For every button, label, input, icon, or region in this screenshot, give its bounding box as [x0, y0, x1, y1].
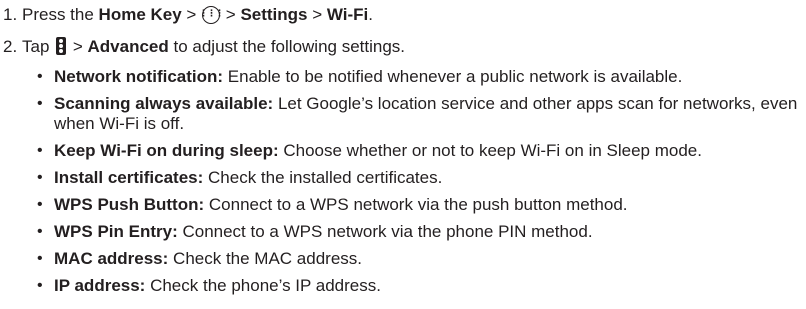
step-text: Press the	[22, 5, 99, 24]
separator: >	[68, 37, 88, 56]
setting-description: Connect to a WPS network via the push bu…	[204, 195, 628, 214]
setting-description: Check the MAC address.	[168, 249, 363, 268]
instructions-document: 1. Press the Home Key > ⋮⋮⋮ > Settings > …	[0, 0, 806, 309]
setting-label: Network notification:	[54, 67, 224, 86]
setting-description: Check the phone’s IP address.	[145, 276, 381, 295]
list-item: WPS Pin Entry: Connect to a WPS network …	[37, 222, 802, 242]
list-item: MAC address: Check the MAC address.	[37, 249, 802, 269]
step-2: 2. Tap > Advanced to adjust the following…	[3, 37, 405, 57]
list-item: WPS Push Button: Connect to a WPS networ…	[37, 195, 802, 215]
step-1: 1. Press the Home Key > ⋮⋮⋮ > Settings > …	[3, 5, 373, 25]
settings-label: Settings	[240, 5, 308, 24]
list-item: Network notification: Enable to be notif…	[37, 67, 802, 87]
setting-description: Choose whether or not to keep Wi-Fi on i…	[278, 141, 702, 160]
advanced-label: Advanced	[87, 37, 169, 56]
setting-description: Enable to be notified whenever a public …	[223, 67, 683, 86]
home-key-label: Home Key	[98, 5, 182, 24]
step-number: 2.	[3, 37, 18, 56]
setting-label: WPS Pin Entry:	[54, 222, 178, 241]
apps-grid-icon: ⋮⋮⋮	[199, 6, 224, 24]
setting-description: Connect to a WPS network via the phone P…	[177, 222, 593, 241]
setting-label: WPS Push Button:	[54, 195, 205, 214]
step-number: 1.	[3, 5, 18, 24]
separator: >	[221, 5, 241, 24]
list-item: Keep Wi-Fi on during sleep: Choose wheth…	[37, 141, 802, 161]
setting-label: IP address:	[54, 276, 146, 295]
setting-label: Keep Wi-Fi on during sleep:	[54, 141, 279, 160]
setting-description: Check the installed certificates.	[203, 168, 443, 187]
step-end: .	[368, 5, 373, 24]
step-text: Tap	[22, 37, 55, 56]
setting-label: MAC address:	[54, 249, 169, 268]
separator: >	[307, 5, 327, 24]
setting-label: Scanning always available:	[54, 94, 274, 113]
overflow-menu-icon	[56, 37, 67, 55]
step-text-after: to adjust the following settings.	[168, 37, 406, 56]
list-item: IP address: Check the phone’s IP address…	[37, 276, 802, 296]
settings-list: Network notification: Enable to be notif…	[37, 67, 802, 303]
wifi-label: Wi-Fi	[326, 5, 369, 24]
list-item: Scanning always available: Let Google’s …	[37, 94, 802, 134]
setting-label: Install certificates:	[54, 168, 204, 187]
list-item: Install certificates: Check the installe…	[37, 168, 802, 188]
